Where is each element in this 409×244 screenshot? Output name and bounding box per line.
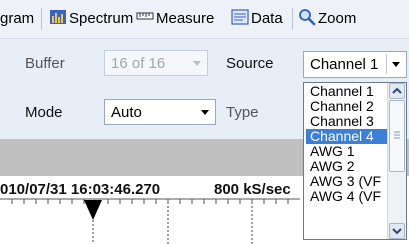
trigger-marker: [84, 200, 102, 220]
type-label: Type: [226, 104, 259, 121]
toolbar-item-measure[interactable]: Measure: [156, 10, 214, 27]
toolbar-separator: [41, 8, 42, 30]
measure-icon[interactable]: [136, 8, 154, 26]
timestamp-text: 010/07/31 16:03:46.270: [0, 181, 161, 198]
grip-icon: [394, 131, 400, 139]
scroll-up-button[interactable]: [389, 83, 405, 99]
mode-label: Mode: [25, 104, 63, 121]
toolbar-item-spectrum[interactable]: Spectrum: [69, 10, 133, 27]
scroll-thumb[interactable]: [389, 100, 405, 172]
buffer-label: Buffer: [25, 55, 65, 72]
spectrum-icon[interactable]: [49, 8, 67, 26]
dropdown-option[interactable]: AWG 3 (VF: [306, 174, 388, 189]
buffer-value: 16 of 16: [111, 55, 166, 72]
scroll-down-button[interactable]: [389, 223, 405, 239]
ruler-ticks: [11, 199, 289, 204]
mode-value: Auto: [111, 104, 142, 121]
dropdown-option[interactable]: AWG 4 (VF: [306, 189, 388, 204]
zoom-icon[interactable]: [298, 8, 316, 26]
dropdown-option[interactable]: Channel 2: [306, 99, 388, 114]
time-ruler: [0, 198, 300, 244]
toolbar-separator: [292, 8, 293, 30]
dropdown-option-highlighted[interactable]: Channel 4: [306, 129, 388, 144]
dropdown-option[interactable]: AWG 1: [306, 144, 388, 159]
source-label: Source: [226, 55, 274, 72]
source-dropdown-list[interactable]: Channel 1 Channel 2 Channel 3 Channel 4 …: [303, 82, 407, 240]
chevron-up-icon: [392, 87, 402, 94]
data-icon[interactable]: [231, 8, 249, 26]
source-select[interactable]: Channel 1: [303, 51, 407, 78]
chevron-down-icon[interactable]: [386, 52, 406, 76]
toolbar-item-data[interactable]: Data: [251, 10, 283, 27]
chevron-down-icon[interactable]: [195, 100, 215, 124]
chevron-down-icon: [193, 61, 201, 66]
dropdown-option[interactable]: Channel 3: [306, 114, 388, 129]
buffer-select: 16 of 16: [104, 50, 208, 76]
toolbar: gram Spectrum Measure Data Zoom: [0, 0, 409, 39]
dropdown-scrollbar[interactable]: [387, 83, 406, 239]
chevron-down-icon: [392, 228, 402, 235]
source-value: Channel 1: [310, 56, 379, 73]
toolbar-item-zoom[interactable]: Zoom: [318, 10, 356, 27]
dropdown-option[interactable]: Channel 1: [306, 84, 388, 99]
toolbar-item-histogram[interactable]: gram: [0, 10, 34, 27]
sample-rate-text: 800 kS/sec: [214, 181, 291, 198]
dropdown-option[interactable]: AWG 2: [306, 159, 388, 174]
mode-select[interactable]: Auto: [104, 99, 216, 125]
